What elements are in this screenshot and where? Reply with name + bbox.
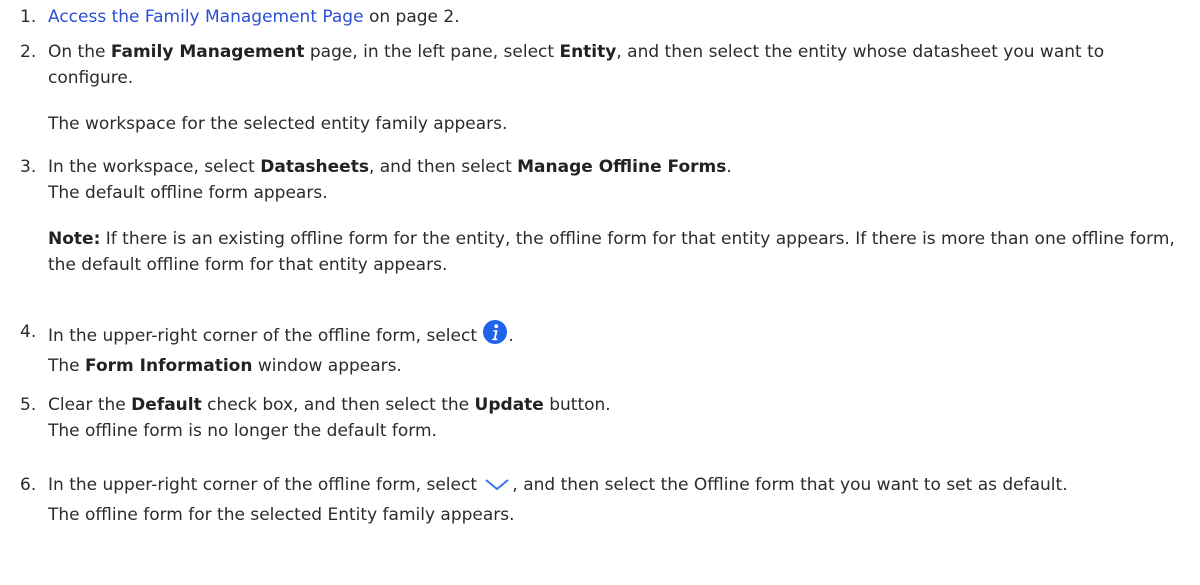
step-number: 1. [20,7,37,27]
step-number: 2. [20,42,37,62]
step-text: On the Family Management page, in the le… [48,42,1105,88]
step-number: 5. [20,395,37,415]
step-text: Access the Family Management Page on pag… [48,7,460,27]
step-result: The offline form is no longer the defaul… [48,421,437,441]
chevron-down-icon [482,474,512,502]
access-family-management-link[interactable]: Access the Family Management Page [48,7,364,27]
step-number: 3. [20,157,37,177]
step-text: In the workspace, select Datasheets, and… [48,157,732,177]
step-result: The default offline form appears. [48,183,328,203]
step-number: 6. [20,475,37,495]
step-text: In the upper-right corner of the offline… [48,472,1183,502]
step-result: The Form Information window appears. [48,356,402,376]
step-text: In the upper-right corner of the offline… [48,319,1183,353]
step-number: 4. [20,322,37,342]
procedure-page: 1. Access the Family Management Page on … [0,0,1200,585]
info-icon [482,319,508,353]
step-result: The workspace for the selected entity fa… [48,114,508,134]
step-text: Clear the Default check box, and then se… [48,395,611,415]
note: Note: If there is an existing offline fo… [48,229,1175,275]
step-result: The offline form for the selected Entity… [48,505,515,525]
